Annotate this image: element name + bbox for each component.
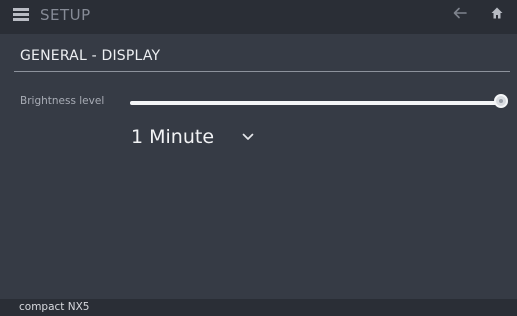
- slider-fill: [130, 101, 501, 105]
- brightness-slider[interactable]: [130, 94, 508, 112]
- arrow-left-icon[interactable]: [451, 4, 469, 22]
- footer-bar: compact NX5: [0, 299, 517, 316]
- timeout-selected-value: 1 Minute: [131, 126, 215, 148]
- arrow-left-glyph: [453, 7, 467, 19]
- brightness-label: Brightness level: [20, 95, 105, 107]
- title-bar: SETUP: [0, 0, 517, 34]
- setup-screen: SETUP GENERAL - DISPLAY Brightness level…: [0, 0, 517, 316]
- section-divider: [14, 71, 510, 72]
- app-title: SETUP: [40, 6, 91, 24]
- section-title: GENERAL - DISPLAY: [20, 48, 161, 64]
- device-name: compact NX5: [19, 301, 90, 313]
- timeout-dropdown[interactable]: 1 Minute: [131, 124, 281, 152]
- chevron-down-icon: [242, 133, 254, 140]
- home-glyph: [491, 7, 503, 19]
- slider-thumb[interactable]: [494, 94, 508, 108]
- menu-icon[interactable]: [13, 8, 29, 22]
- home-icon[interactable]: [488, 4, 506, 22]
